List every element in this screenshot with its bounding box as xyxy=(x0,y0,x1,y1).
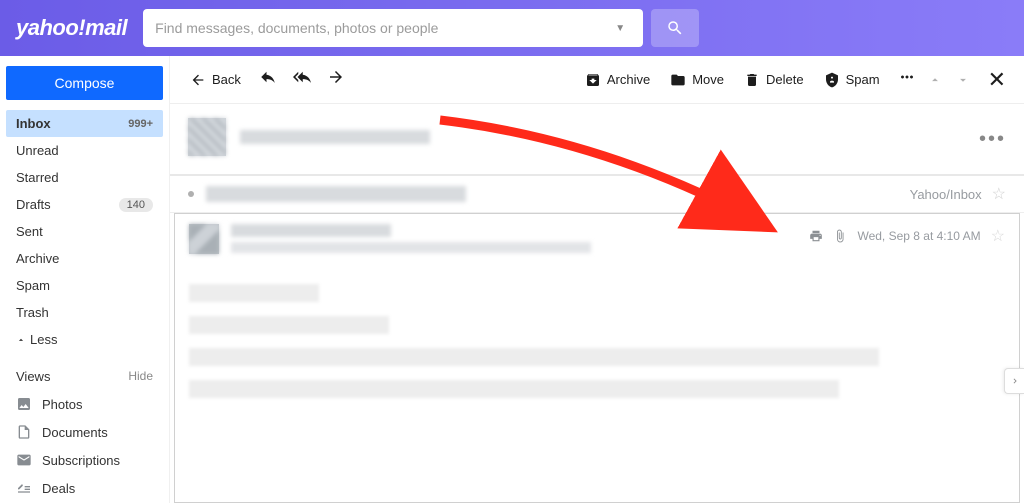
more-actions-button[interactable] xyxy=(894,64,920,95)
search-button[interactable] xyxy=(651,9,699,47)
view-deals[interactable]: Deals xyxy=(6,474,163,502)
star-icon[interactable]: ☆ xyxy=(992,184,1006,204)
message-body: Wed, Sep 8 at 4:10 AM ☆ xyxy=(174,213,1020,503)
search-container: ▼ xyxy=(143,9,699,47)
reply-icon xyxy=(259,68,277,86)
reply-all-button[interactable] xyxy=(289,64,315,95)
next-message-button[interactable] xyxy=(1004,368,1024,394)
body-redacted xyxy=(189,380,839,398)
sender-name-redacted xyxy=(240,130,430,144)
reply-button[interactable] xyxy=(255,64,281,95)
spam-icon xyxy=(824,72,840,88)
collapse-up-icon[interactable] xyxy=(928,73,942,87)
move-icon xyxy=(670,72,686,88)
folder-drafts[interactable]: Drafts 140 xyxy=(6,191,163,218)
app-body: Compose Inbox 999+ Unread Starred Drafts… xyxy=(0,56,1024,503)
body-redacted xyxy=(189,316,389,334)
search-box[interactable]: ▼ xyxy=(143,9,643,47)
close-button[interactable]: ✕ xyxy=(984,67,1010,93)
message-meta: Wed, Sep 8 at 4:10 AM ☆ xyxy=(809,226,1005,246)
deals-icon xyxy=(16,480,32,496)
views-header: Views Hide xyxy=(6,363,163,390)
search-input[interactable] xyxy=(155,20,609,36)
spam-button[interactable]: Spam xyxy=(818,68,886,92)
forward-button[interactable] xyxy=(323,64,349,95)
more-horizontal-icon xyxy=(898,68,916,86)
folder-archive[interactable]: Archive xyxy=(6,245,163,272)
unread-dot-icon xyxy=(188,191,194,197)
hide-views-link[interactable]: Hide xyxy=(128,369,153,384)
photos-icon xyxy=(16,396,32,412)
message-header: ••• xyxy=(170,104,1024,176)
message-toolbar: Back Archive Move Delete Spam xyxy=(170,56,1024,104)
subject-redacted xyxy=(206,186,466,202)
message-more-button[interactable]: ••• xyxy=(979,128,1006,151)
folder-count: 999+ xyxy=(128,118,153,130)
delete-button[interactable]: Delete xyxy=(738,68,810,92)
view-photos[interactable]: Photos xyxy=(6,390,163,418)
view-documents[interactable]: Documents xyxy=(6,418,163,446)
from-text-redacted xyxy=(231,224,591,253)
app-header: yahoo!mail ▼ xyxy=(0,0,1024,56)
archive-button[interactable]: Archive xyxy=(579,68,656,92)
folder-spam[interactable]: Spam xyxy=(6,272,163,299)
collapse-down-icon[interactable] xyxy=(956,73,970,87)
forward-icon xyxy=(327,68,345,86)
folder-sent[interactable]: Sent xyxy=(6,218,163,245)
sidebar: Compose Inbox 999+ Unread Starred Drafts… xyxy=(0,56,170,503)
body-redacted xyxy=(189,284,319,302)
archive-icon xyxy=(585,72,601,88)
toolbar-right: ✕ xyxy=(928,67,1010,93)
subscriptions-icon xyxy=(16,452,32,468)
documents-icon xyxy=(16,424,32,440)
chevron-up-icon xyxy=(16,335,26,345)
print-icon[interactable] xyxy=(809,229,823,243)
message-location: Yahoo/Inbox xyxy=(910,187,982,202)
yahoo-mail-logo: yahoo!mail xyxy=(16,15,127,41)
less-toggle[interactable]: Less xyxy=(6,326,163,353)
drafts-count-pill: 140 xyxy=(119,198,153,212)
search-dropdown-icon[interactable]: ▼ xyxy=(609,23,631,34)
folder-trash[interactable]: Trash xyxy=(6,299,163,326)
body-redacted xyxy=(189,348,879,366)
folder-label: Inbox xyxy=(16,116,51,131)
folder-starred[interactable]: Starred xyxy=(6,164,163,191)
from-avatar xyxy=(189,224,219,254)
compose-button[interactable]: Compose xyxy=(6,66,163,100)
search-icon xyxy=(666,19,684,37)
folder-unread[interactable]: Unread xyxy=(6,137,163,164)
views-label: Views xyxy=(16,369,50,384)
subject-row: Yahoo/Inbox ☆ xyxy=(170,176,1024,213)
move-button[interactable]: Move xyxy=(664,68,730,92)
reply-all-icon xyxy=(293,68,311,86)
message-timestamp: Wed, Sep 8 at 4:10 AM xyxy=(857,229,980,243)
main-pane: Back Archive Move Delete Spam xyxy=(170,56,1024,503)
folder-inbox[interactable]: Inbox 999+ xyxy=(6,110,163,137)
sender-avatar xyxy=(188,118,226,156)
message-star-icon[interactable]: ☆ xyxy=(991,226,1005,246)
back-button[interactable]: Back xyxy=(184,68,247,92)
view-subscriptions[interactable]: Subscriptions xyxy=(6,446,163,474)
chevron-right-icon xyxy=(1010,376,1020,386)
delete-icon xyxy=(744,72,760,88)
back-arrow-icon xyxy=(190,72,206,88)
attachment-icon[interactable] xyxy=(833,229,847,243)
